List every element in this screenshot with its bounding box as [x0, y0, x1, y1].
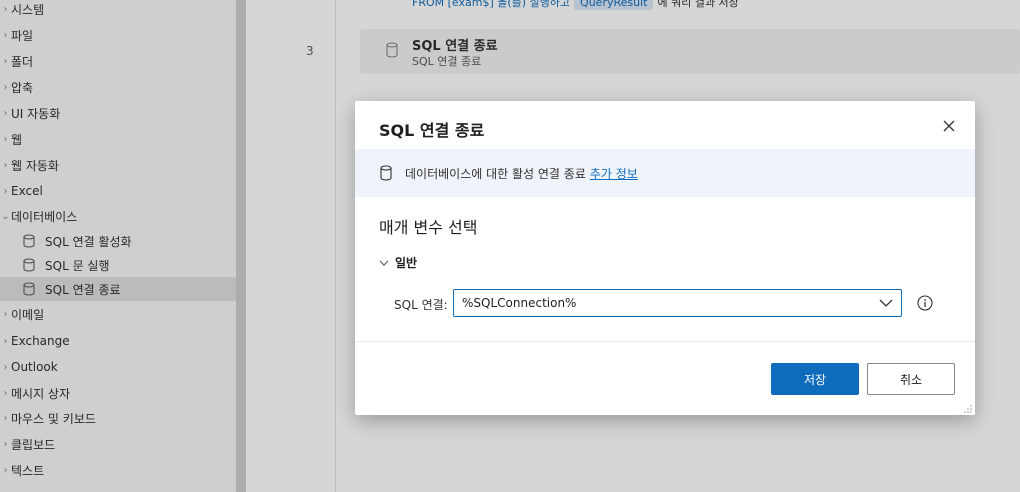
sql-connection-value: %SQLConnection%	[462, 296, 577, 310]
cancel-button[interactable]: 취소	[867, 363, 955, 395]
save-button[interactable]: 저장	[771, 363, 859, 395]
resize-grip-icon[interactable]	[963, 403, 973, 413]
close-button[interactable]	[939, 116, 959, 136]
sql-close-dialog: SQL 연결 종료 데이터베이스에 대한 활성 연결 종료 추가 정보 매개 변…	[355, 101, 975, 415]
info-icon[interactable]	[917, 295, 933, 311]
sql-connection-dropdown[interactable]: %SQLConnection%	[453, 289, 902, 317]
dialog-title: SQL 연결 종료	[379, 121, 485, 140]
section-title: 매개 변수 선택	[379, 218, 478, 237]
group-general-toggle[interactable]: 일반	[379, 254, 417, 271]
sql-connection-label: SQL 연결:	[394, 298, 448, 312]
footer-divider	[355, 341, 975, 342]
info-banner: 데이터베이스에 대한 활성 연결 종료 추가 정보	[355, 149, 975, 197]
more-info-link[interactable]: 추가 정보	[590, 165, 638, 182]
info-text: 데이터베이스에 대한 활성 연결 종료	[405, 166, 586, 181]
close-icon	[943, 120, 955, 132]
database-icon	[379, 165, 393, 181]
chevron-down-icon	[379, 259, 389, 267]
group-label: 일반	[395, 256, 418, 270]
chevron-down-icon	[879, 297, 893, 312]
